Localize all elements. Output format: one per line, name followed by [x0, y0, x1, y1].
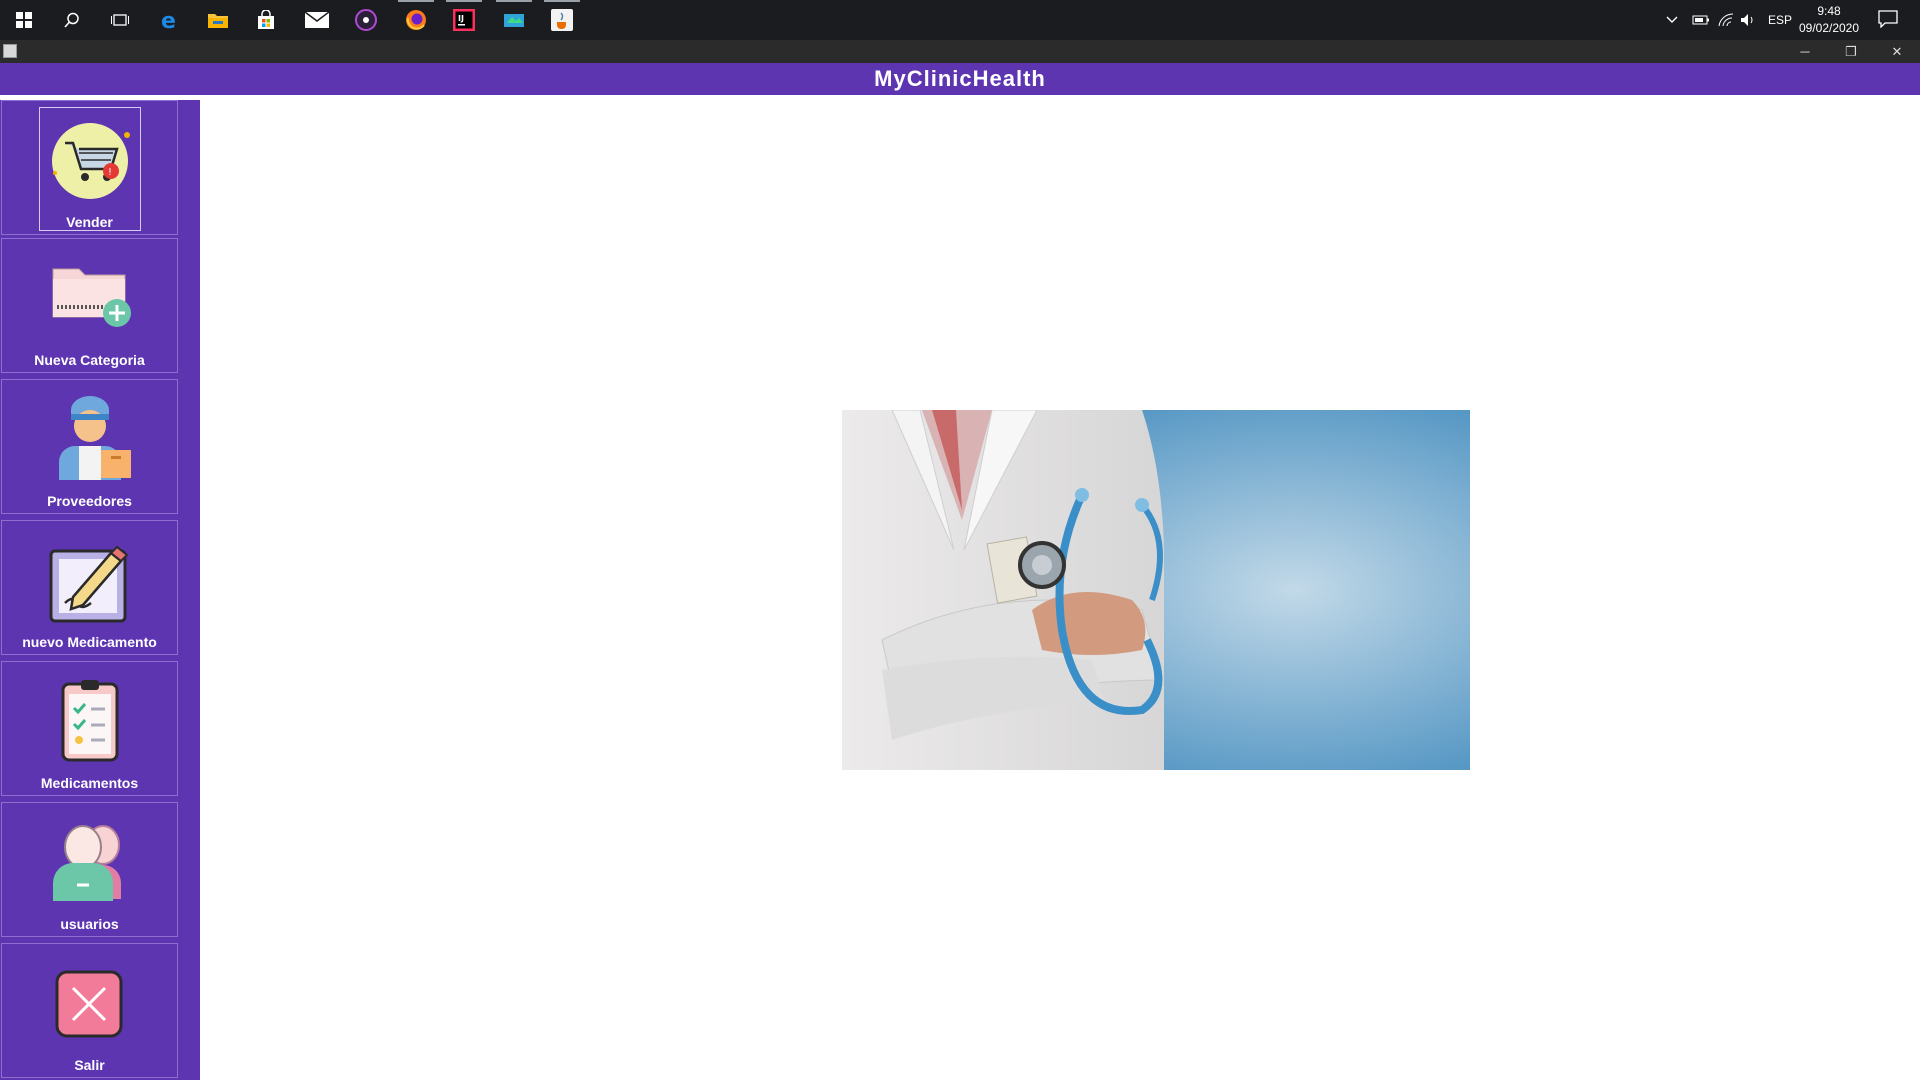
sidebar-item-label: usuarios: [60, 916, 119, 932]
sidebar-item-label: Nueva Categoria: [34, 352, 145, 368]
users-icon: [45, 815, 135, 905]
minimize-button[interactable]: ─: [1782, 40, 1828, 63]
svg-text:!: !: [108, 167, 112, 178]
sidebar-item-proveedores[interactable]: Proveedores: [1, 379, 178, 514]
task-view-icon[interactable]: [96, 0, 144, 40]
clock-date: 09/02/2020: [1798, 21, 1860, 35]
sidebar-item-label: Medicamentos: [40, 775, 139, 791]
edit-document-icon: [45, 533, 135, 623]
clock-time: 9:48: [1817, 4, 1841, 18]
notification-icon[interactable]: [1878, 10, 1898, 29]
sidebar-item-usuarios[interactable]: usuarios: [1, 802, 178, 937]
mail-icon[interactable]: [293, 0, 341, 40]
intellij-icon[interactable]: IJ: [440, 0, 488, 40]
main-content: [200, 95, 1920, 1080]
app-title: MyClinicHealth: [874, 66, 1046, 91]
clock[interactable]: 9:48 09/02/2020: [1794, 3, 1864, 37]
file-explorer-icon[interactable]: [194, 0, 242, 40]
sidebar-item-nueva-categoria[interactable]: Nueva Categoria: [1, 238, 178, 373]
folder-add-icon: [45, 251, 135, 341]
sidebar-item-label: nuevo Medicamento: [22, 634, 157, 650]
doctor-hero-image: [842, 410, 1470, 770]
java-app-icon: [3, 44, 17, 58]
store-icon[interactable]: [242, 0, 290, 40]
volume-icon[interactable]: [1740, 0, 1756, 40]
clipboard-checklist-icon: [45, 674, 135, 764]
language-indicator[interactable]: ESP: [1768, 0, 1792, 40]
tray-expand-icon[interactable]: [1666, 0, 1678, 40]
svg-text:e: e: [161, 9, 176, 31]
app-header: MyClinicHealth: [0, 63, 1920, 95]
sidebar-item-nuevo-medicamento[interactable]: nuevo Medicamento: [1, 520, 178, 655]
firefox-icon[interactable]: [392, 0, 440, 40]
battery-icon[interactable]: [1692, 0, 1710, 40]
restore-button[interactable]: ❐: [1828, 40, 1874, 63]
sidebar: ! Vender Nueva Categoria Proveedores nue…: [0, 100, 200, 1080]
sidebar-item-salir[interactable]: Salir: [1, 943, 178, 1078]
java-icon[interactable]: [538, 0, 586, 40]
delivery-person-icon: [45, 392, 135, 482]
search-icon[interactable]: [48, 0, 96, 40]
app-icon[interactable]: [490, 0, 538, 40]
wifi-icon[interactable]: [1717, 0, 1735, 40]
sidebar-item-label: Vender: [66, 214, 113, 230]
edge-icon[interactable]: e: [146, 0, 194, 40]
window-titlebar: ─ ❐ ✕: [0, 40, 1920, 63]
close-box-icon: [45, 956, 135, 1046]
windows-taskbar: e IJ ESP 9:48 09/02/2020: [0, 0, 1920, 40]
media-icon[interactable]: [342, 0, 390, 40]
start-icon[interactable]: [0, 0, 48, 40]
sidebar-item-label: Salir: [74, 1057, 105, 1073]
sidebar-item-medicamentos[interactable]: Medicamentos: [1, 661, 178, 796]
sidebar-item-vender[interactable]: ! Vender: [1, 100, 178, 235]
svg-text:IJ: IJ: [458, 14, 464, 23]
sidebar-item-label: Proveedores: [47, 493, 132, 509]
shopping-cart-icon: !: [45, 113, 135, 203]
close-button[interactable]: ✕: [1874, 40, 1920, 63]
